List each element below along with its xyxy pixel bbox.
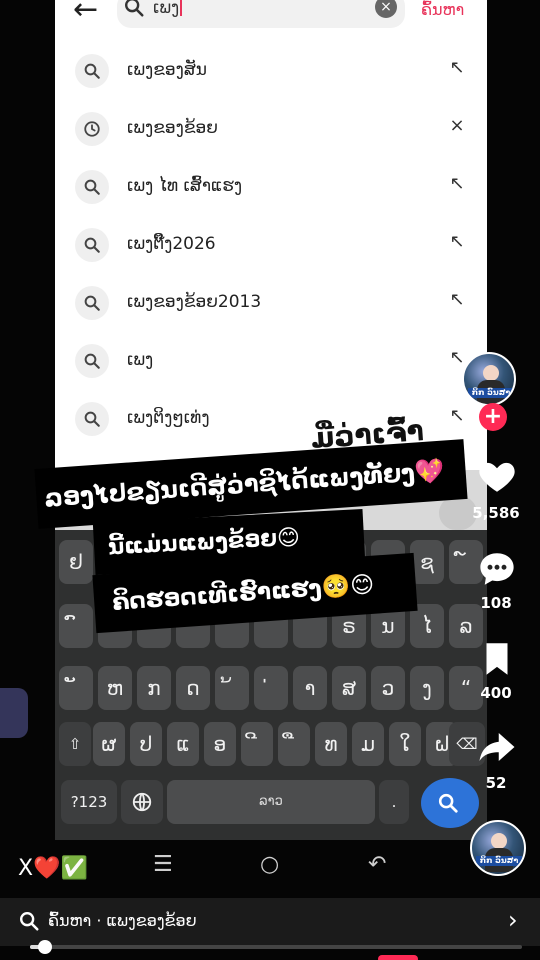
- search-icon: [75, 402, 109, 436]
- search-input[interactable]: ເພງ ×: [117, 0, 405, 28]
- key[interactable]: ່: [254, 666, 288, 710]
- key[interactable]: ໃ: [389, 722, 421, 766]
- suggestion-text: ເພງ: [127, 350, 154, 370]
- key[interactable]: ງ: [410, 666, 444, 710]
- key[interactable]: ດ: [176, 666, 210, 710]
- globe-icon: [132, 792, 152, 812]
- share-count: 52: [485, 774, 507, 792]
- suggestion-text: ເພງຕິ໊ງ2026: [127, 234, 216, 254]
- key[interactable]: ື: [278, 722, 310, 766]
- like-count: 5,586: [472, 504, 520, 522]
- video-stage[interactable]: ← ເພງ × ຄົ້ນຫາ ເພງຂອງສັນ ↖ ເພງຂອງຂ້ອຍ × ເພງ …: [0, 0, 540, 960]
- comment-count: 108: [480, 594, 512, 612]
- arrow-up-left-icon[interactable]: ↖: [447, 348, 467, 368]
- sound-avatar[interactable]: ກິກ ວົນສາ: [470, 820, 526, 876]
- key[interactable]: ວ: [371, 666, 405, 710]
- key[interactable]: ທ: [315, 722, 347, 766]
- suggestion-text: ເພງຂອງຂ້ອຍ2013: [127, 292, 262, 312]
- comment-icon[interactable]: [476, 548, 518, 590]
- suggestion-row[interactable]: ເພງຂອງສັນ ↖: [55, 42, 487, 100]
- search-icon: [75, 286, 109, 320]
- avatar-tag: ກິກ ວົນສາ: [468, 388, 514, 398]
- search-icon: [75, 344, 109, 378]
- clock-icon: [75, 112, 109, 146]
- close-icon[interactable]: ×: [447, 116, 467, 136]
- suggestion-row[interactable]: ເພງຕິ໊ງ2026 ↖: [55, 216, 487, 274]
- save-count: 400: [480, 684, 512, 702]
- key[interactable]: ປ: [130, 722, 162, 766]
- key[interactable]: ສ: [332, 666, 366, 710]
- caption-emoji-row: X❤️✅: [18, 856, 88, 881]
- search-icon: [75, 228, 109, 262]
- search-icon: [75, 170, 109, 204]
- chevron-right-icon: ›: [508, 906, 518, 934]
- key[interactable]: ້: [215, 666, 249, 710]
- suggestion-text: ເພງ ໄທ ເສົ້າແຮງ: [127, 176, 243, 196]
- clear-icon[interactable]: ×: [375, 0, 397, 18]
- suggestion-row[interactable]: ເພງຂອງຂ້ອຍ ×: [55, 100, 487, 158]
- bookmark-icon[interactable]: [476, 638, 518, 680]
- key[interactable]: ັ: [59, 666, 93, 710]
- search-icon: [20, 912, 39, 931]
- floating-pill[interactable]: [0, 688, 28, 738]
- key[interactable]: ແ: [167, 722, 199, 766]
- video-progress-bar[interactable]: [30, 940, 522, 954]
- suggestion-text: ເພງຂອງຂ້ອຍ: [127, 118, 218, 138]
- key[interactable]: ມ: [352, 722, 384, 766]
- heart-icon[interactable]: [476, 455, 518, 497]
- arrow-up-left-icon[interactable]: ↖: [447, 232, 467, 252]
- avatar-face: [491, 833, 507, 849]
- arrow-up-left-icon[interactable]: ↖: [447, 406, 467, 426]
- period-key[interactable]: .: [379, 780, 409, 824]
- space-key[interactable]: ລາວ: [167, 780, 375, 824]
- suggestion-row[interactable]: ເພງຂອງຂ້ອຍ2013 ↖: [55, 274, 487, 332]
- arrow-up-left-icon[interactable]: ↖: [447, 174, 467, 194]
- arrow-up-left-icon[interactable]: ↖: [447, 58, 467, 78]
- menu-icon[interactable]: ☰: [153, 852, 173, 877]
- tab-indicator: [378, 955, 418, 960]
- search-query: ເພງ: [153, 0, 183, 18]
- related-search-bar[interactable]: ຄົ້ນຫາ · ແພງຂອງຂ້ອຍ ›: [0, 898, 540, 946]
- suggestion-row[interactable]: ເພງ ໄທ ເສົ້າແຮງ ↖: [55, 158, 487, 216]
- suggestion-text: ເພງຂອງສັນ: [127, 60, 207, 80]
- progress-knob[interactable]: [37, 940, 52, 954]
- back-arrow-icon[interactable]: ←: [73, 0, 98, 26]
- search-header: ← ເພງ × ຄົ້ນຫາ: [55, 0, 487, 40]
- share-icon[interactable]: [476, 726, 518, 768]
- shift-key[interactable]: ⇧: [59, 722, 91, 766]
- key[interactable]: ຫ: [98, 666, 132, 710]
- globe-key[interactable]: [121, 780, 163, 824]
- key[interactable]: ກ: [137, 666, 171, 710]
- numbers-key[interactable]: ?123: [61, 780, 117, 824]
- suggestion-row[interactable]: ເພງ ↖: [55, 332, 487, 390]
- search-icon: [125, 0, 144, 17]
- follow-button[interactable]: +: [479, 403, 507, 431]
- suggestion-text: ເພງຕິງໆເທ່ງ: [127, 408, 210, 428]
- search-icon: [438, 793, 458, 813]
- key[interactable]: ອ: [204, 722, 236, 766]
- key[interactable]: ຜ: [93, 722, 125, 766]
- arrow-up-left-icon[interactable]: ↖: [447, 290, 467, 310]
- home-circle-icon[interactable]: ○: [260, 852, 279, 877]
- key[interactable]: ີ: [241, 722, 273, 766]
- key[interactable]: ົ: [59, 604, 93, 648]
- related-search-label: ຄົ້ນຫາ · ແພງຂອງຂ້ອຍ: [48, 911, 197, 930]
- back-gesture-icon[interactable]: ↶: [368, 852, 386, 877]
- creator-avatar[interactable]: ກິກ ວົນສາ: [462, 352, 516, 406]
- search-icon: [75, 54, 109, 88]
- avatar-tag: ກິກ ວົນສາ: [476, 856, 522, 866]
- key[interactable]: າ: [293, 666, 327, 710]
- search-screen: ← ເພງ × ຄົ້ນຫາ ເພງຂອງສັນ ↖ ເພງຂອງຂ້ອຍ × ເພງ …: [55, 0, 487, 840]
- avatar-face: [483, 365, 499, 381]
- search-button[interactable]: ຄົ້ນຫາ: [421, 0, 464, 19]
- key[interactable]: ຢ: [59, 540, 93, 584]
